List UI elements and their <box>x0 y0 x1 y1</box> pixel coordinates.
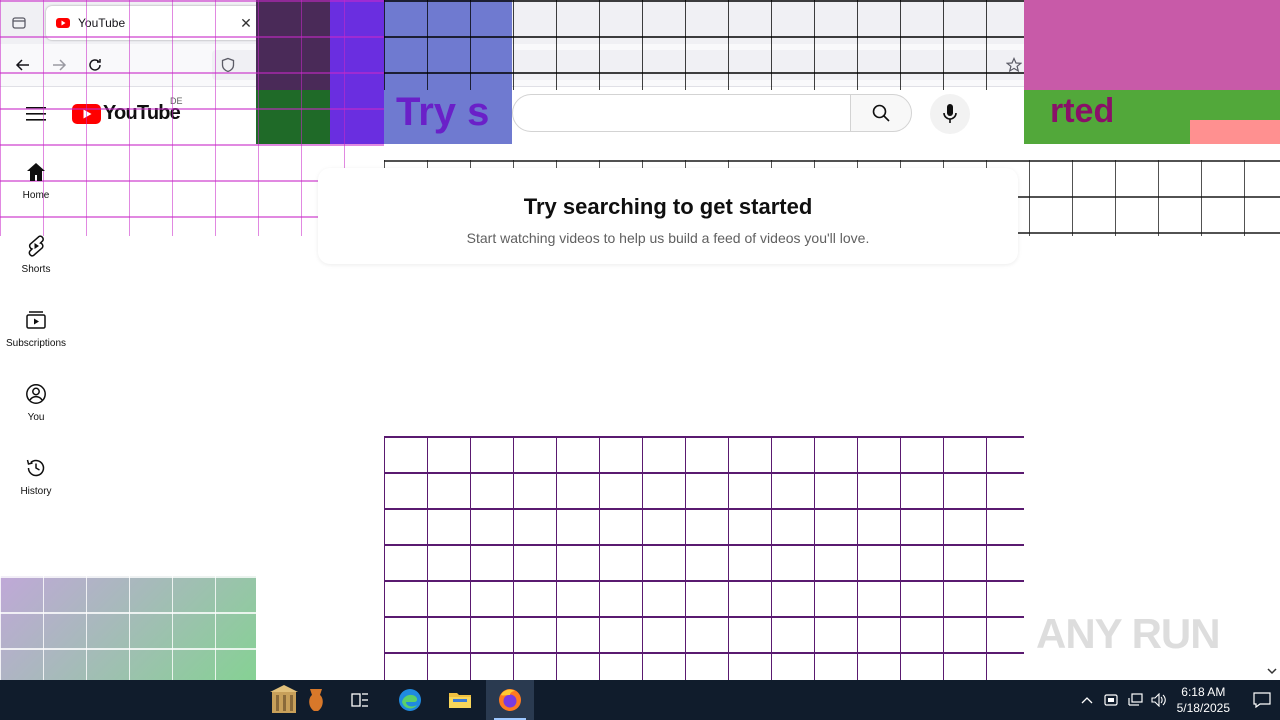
notifications-icon[interactable] <box>1244 680 1280 720</box>
history-icon <box>24 456 48 480</box>
show-hidden-icons-chevron-icon[interactable] <box>1075 680 1099 720</box>
watermark-text: ANY RUN <box>1036 610 1221 657</box>
render-artifact-block <box>256 0 330 90</box>
account-icon <box>24 382 48 406</box>
meet-now-icon[interactable] <box>1099 680 1123 720</box>
clock-date: 5/18/2025 <box>1176 701 1230 715</box>
forward-arrow-icon <box>53 59 67 71</box>
prompt-title: Try searching to get started <box>523 194 813 219</box>
search-button[interactable] <box>850 94 912 132</box>
shorts-icon <box>24 234 48 258</box>
search-prompt-card: Try searching to get started Start watch… <box>318 168 1018 264</box>
sidebar-item-you[interactable]: You <box>0 374 72 448</box>
tab-list-icon[interactable] <box>8 12 30 34</box>
tab-close-icon[interactable]: ✕ <box>236 13 256 33</box>
system-tray: 6:18 AM 5/18/2025 <box>1075 680 1280 720</box>
windows-taskbar: 6:18 AM 5/18/2025 <box>0 680 1280 720</box>
reload-button[interactable] <box>82 52 108 78</box>
microphone-icon <box>943 104 957 123</box>
render-artifact-block <box>256 90 330 144</box>
network-icon[interactable] <box>1123 680 1147 720</box>
youtube-favicon-icon <box>56 18 70 28</box>
sidebar-item-label: Subscriptions <box>5 338 67 349</box>
render-artifact-text: Try s <box>396 90 490 134</box>
volume-icon[interactable] <box>1147 680 1171 720</box>
sidebar-item-history[interactable]: History <box>0 448 72 522</box>
youtube-play-logo-icon <box>72 103 101 124</box>
region-code: DE <box>170 96 183 106</box>
shield-icon[interactable] <box>220 57 236 73</box>
render-artifact-block <box>330 0 384 144</box>
guide-sidebar: Home Shorts Subscriptions You History <box>0 152 72 522</box>
folder-icon <box>449 693 471 708</box>
search-icon <box>872 104 890 122</box>
sidebar-item-shorts[interactable]: Shorts <box>0 226 72 300</box>
sidebar-item-label: History <box>20 486 52 497</box>
search-input[interactable] <box>512 94 850 132</box>
reload-icon <box>89 59 101 71</box>
youtube-wordmark: YouTube <box>103 102 181 124</box>
taskbar-firefox-button[interactable] <box>486 680 534 720</box>
tab-title: YouTube <box>78 16 126 30</box>
sidebar-item-label: You <box>27 412 45 423</box>
taskbar-app-museum-icon[interactable] <box>260 680 336 720</box>
task-view-button[interactable] <box>336 680 384 720</box>
taskbar-file-explorer-button[interactable] <box>436 680 484 720</box>
taskbar-clock[interactable]: 6:18 AM 5/18/2025 <box>1177 684 1230 716</box>
voice-search-button[interactable] <box>930 94 970 134</box>
sidebar-item-label: Shorts <box>21 264 51 275</box>
bookmark-star-icon[interactable] <box>1006 57 1022 73</box>
subscriptions-icon <box>24 308 48 332</box>
back-arrow-icon <box>15 59 29 71</box>
sidebar-item-home[interactable]: Home <box>0 152 72 226</box>
anyrun-watermark: ANY RUN <box>1036 610 1221 658</box>
render-artifact-grid <box>384 436 1024 680</box>
render-artifact-text: rted <box>1050 92 1115 130</box>
prompt-subtitle: Start watching videos to help us build a… <box>466 230 870 246</box>
taskbar-edge-button[interactable] <box>386 680 434 720</box>
clock-time: 6:18 AM <box>1181 685 1226 699</box>
youtube-logo[interactable]: YouTube DE <box>72 96 183 125</box>
render-artifact-block <box>1190 120 1280 144</box>
firefox-icon <box>499 689 521 711</box>
back-button[interactable] <box>10 52 36 78</box>
browser-tab-youtube[interactable]: YouTube ✕ <box>46 6 264 40</box>
forward-button[interactable] <box>46 52 72 78</box>
edge-browser-icon <box>399 689 421 711</box>
home-icon <box>24 160 48 184</box>
sidebar-item-label: Home <box>22 190 50 201</box>
sidebar-item-subscriptions[interactable]: Subscriptions <box>0 300 72 374</box>
guide-menu-button[interactable] <box>22 100 50 128</box>
scroll-down-chevron-icon[interactable] <box>1266 664 1278 678</box>
hamburger-menu-icon <box>26 107 46 121</box>
task-view-icon <box>351 693 368 707</box>
